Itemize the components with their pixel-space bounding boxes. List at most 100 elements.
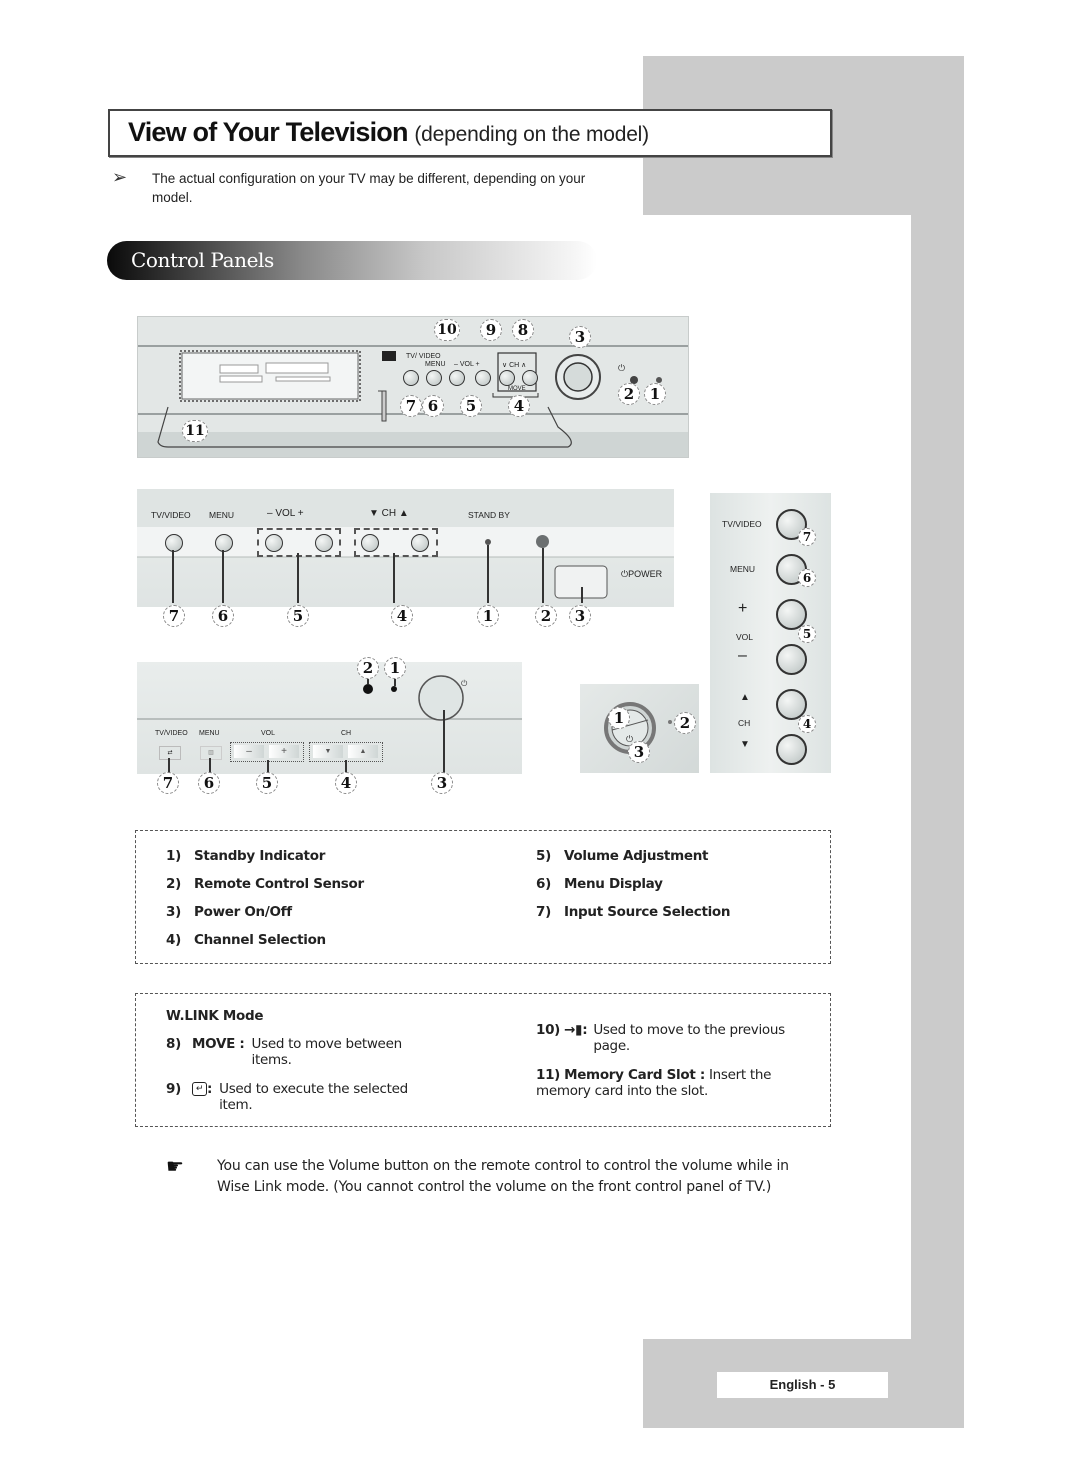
callout-10: 10 xyxy=(434,319,460,341)
ch-down-button[interactable] xyxy=(776,734,807,765)
svg-text:⏻: ⏻ xyxy=(618,363,625,373)
legend-label: Menu Display xyxy=(564,876,663,892)
callout-1: 1 xyxy=(644,383,666,405)
wlink-key: : xyxy=(207,1081,213,1097)
power-button[interactable] xyxy=(419,676,463,720)
menu-button[interactable]: ▥ xyxy=(200,746,222,760)
callout-6: 6 xyxy=(212,605,234,627)
ch-up-button[interactable] xyxy=(411,534,429,552)
vol-up-button[interactable] xyxy=(475,370,491,386)
tip-text: You can use the Volume button on the rem… xyxy=(217,1158,789,1195)
vol-down-button[interactable] xyxy=(265,534,283,552)
menu-button[interactable] xyxy=(426,370,442,386)
legend-num: 5) xyxy=(536,848,551,864)
legend-item: 5) Volume Adjustment xyxy=(536,848,708,864)
callout-2: 2 xyxy=(618,383,640,405)
label-vol: – VOL + xyxy=(267,508,304,519)
legend-num: 1) xyxy=(166,848,181,864)
legend-label: Channel Selection xyxy=(194,932,326,948)
callout-3: 3 xyxy=(628,741,650,763)
callout-3: 3 xyxy=(569,326,591,348)
callout-3: 3 xyxy=(431,772,453,794)
wlink-box: W.LINK Mode 8) MOVE : Used to move betwee… xyxy=(135,993,831,1127)
legend-label: Input Source Selection xyxy=(564,904,731,920)
callout-4: 4 xyxy=(798,715,816,733)
callout-11: 11 xyxy=(182,420,208,442)
wlink-num: 9) xyxy=(166,1081,181,1097)
page-title-main: View of Your Television xyxy=(128,117,408,147)
vol-down-button[interactable] xyxy=(776,644,807,675)
callout-1: 1 xyxy=(384,657,406,679)
section-header: Control Panels xyxy=(107,241,597,280)
tv-video-button[interactable]: ⇄ xyxy=(159,746,181,760)
leader-line xyxy=(297,553,299,603)
callout-7: 7 xyxy=(400,395,422,417)
ch-down-button[interactable] xyxy=(361,534,379,552)
legend-label: Remote Control Sensor xyxy=(194,876,364,892)
callout-4: 4 xyxy=(335,772,357,794)
label-standby: STAND BY xyxy=(468,510,510,520)
page-title-sub: (depending on the model) xyxy=(414,123,649,146)
legend-num: 3) xyxy=(166,904,181,920)
callout-8: 8 xyxy=(512,319,534,341)
vol-up-button[interactable] xyxy=(315,534,333,552)
wlink-num: 8) xyxy=(166,1036,181,1052)
label-vol: VOL xyxy=(261,730,276,737)
tv-video-button[interactable] xyxy=(165,534,183,552)
legend-num: 6) xyxy=(536,876,551,892)
callout-2: 2 xyxy=(535,605,557,627)
label-ch: CH xyxy=(341,730,352,737)
legend-label: Power On/Off xyxy=(194,904,292,920)
wlink-heading: W.LINK Mode xyxy=(166,1008,264,1024)
control-panel-horizontal: TV/VIDEO MENU – VOL + ▼ CH ▲ STAND BY ⏻P… xyxy=(137,489,674,607)
section-title: Control Panels xyxy=(131,248,274,272)
page-title-box: View of Your Television (depending on th… xyxy=(108,109,832,157)
arrow-right-icon: ➢ xyxy=(112,167,128,187)
control-panel-flat: ⏻ TV/VIDEO MENU VOL CH ⇄ ▥ – + ▼ ▲ xyxy=(137,662,522,774)
callout-5: 5 xyxy=(798,625,816,643)
menu-button[interactable] xyxy=(215,534,233,552)
legend-num: 4) xyxy=(166,932,181,948)
label-vol: – VOL + xyxy=(454,361,480,368)
wlink-num: 10) xyxy=(536,1022,561,1038)
wlink-key: Memory Card Slot : xyxy=(564,1067,705,1083)
wlink-item-move: 8) MOVE : Used to move between items. xyxy=(166,1036,466,1068)
control-panel-wlink: ⏻ TV/ VIDEO MENU – VOL + ∨ CH ∧ MOVE 10 … xyxy=(137,316,689,458)
callout-7: 7 xyxy=(157,772,179,794)
tv-video-button[interactable] xyxy=(403,370,419,386)
leader-line xyxy=(487,545,489,603)
wlink-item-enter: 9) ↵: Used to execute the selected item. xyxy=(166,1081,486,1113)
label-ch-up: ▲ xyxy=(740,692,750,703)
ch-up-button[interactable] xyxy=(522,370,538,386)
vol-down-button[interactable]: – xyxy=(234,745,264,758)
label-vol-minus: – xyxy=(738,647,747,664)
callout-1: 1 xyxy=(608,707,630,729)
label-tv-video: TV/ VIDEO xyxy=(406,353,441,360)
ch-up-button[interactable]: ▲ xyxy=(348,745,378,758)
wlink-num: 11) xyxy=(536,1067,561,1083)
ch-down-button[interactable] xyxy=(499,370,515,386)
label-move: MOVE xyxy=(508,386,526,392)
label-ch: ▼ CH ▲ xyxy=(369,508,409,519)
legend-item: 1) Standby Indicator xyxy=(166,848,325,864)
legend-item: 4) Channel Selection xyxy=(166,932,326,948)
label-vol: VOL xyxy=(736,632,754,642)
vol-up-button[interactable]: + xyxy=(269,745,299,758)
vol-down-button[interactable] xyxy=(449,370,465,386)
ch-down-button[interactable]: ▼ xyxy=(313,745,343,758)
page-number: English - 5 xyxy=(717,1372,888,1398)
pointing-hand-icon: ☛ xyxy=(166,1156,184,1178)
callout-6: 6 xyxy=(198,772,220,794)
label-menu: MENU xyxy=(209,510,235,520)
callout-7: 7 xyxy=(163,605,185,627)
legend-num: 2) xyxy=(166,876,181,892)
remote-sensor xyxy=(363,684,373,694)
callout-4: 4 xyxy=(391,605,413,627)
label-tv-video: TV/VIDEO xyxy=(151,510,191,520)
wlink-text: Used to move to the previous page. xyxy=(593,1022,785,1054)
control-panel-knob: ⏻ 1 2 3 xyxy=(580,684,699,773)
callout-7: 7 xyxy=(798,528,816,546)
label-ch-down: ▼ xyxy=(740,739,750,750)
wlink-key: MOVE : xyxy=(192,1036,245,1052)
panel-wlink-drawing: ⏻ xyxy=(138,345,688,457)
